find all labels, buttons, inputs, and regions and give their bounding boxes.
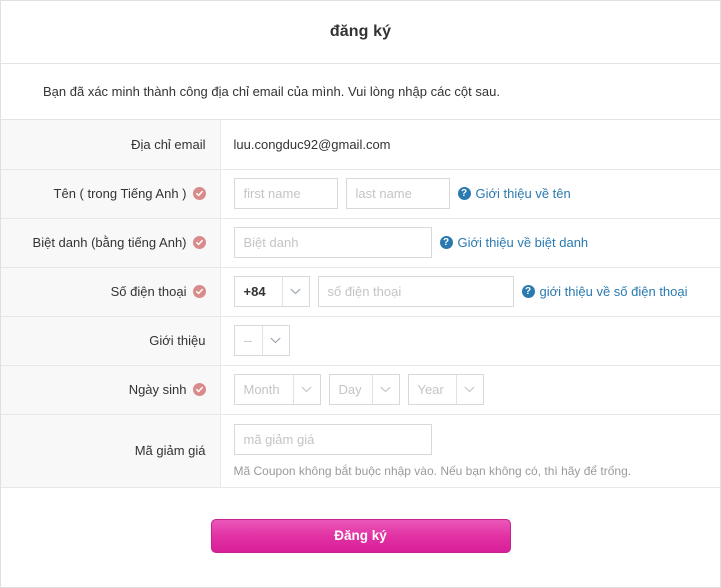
label-cell-email: Địa chỉ email [1,120,221,169]
check-circle-icon [192,236,206,249]
label-cell-name: Tên ( trong Tiếng Anh ) [1,169,221,218]
label-cell-coupon: Mã giảm giá [1,414,221,487]
birth-month-select[interactable]: Month [233,374,321,405]
label-phone: Số điện thoại [110,284,187,299]
question-circle-icon: ? [521,285,535,298]
phone-help-link[interactable]: ? giới thiệu về số điện thoại [521,284,688,299]
chevron-down-icon [281,277,309,306]
field-cell-referral: -- [220,316,720,365]
name-help-label: Giới thiệu về tên [475,186,571,201]
label-nickname: Biệt danh (bằng tiếng Anh) [32,235,187,250]
coupon-hint-text: Mã Coupon không bắt buộc nhập vào. Nếu b… [233,463,632,478]
chevron-down-icon [455,375,483,404]
field-cell-birthday: Month Day Year [220,365,720,414]
form-row-name: Tên ( trong Tiếng Anh ) ? Giới thiệu về … [1,169,720,218]
coupon-input[interactable] [233,423,432,455]
form-row-nickname: Biệt danh (bằng tiếng Anh) ? Giới thiệu … [1,218,720,267]
last-name-input[interactable] [345,178,450,209]
verification-notice: Bạn đã xác minh thành công địa chỉ email… [1,64,720,120]
phone-number-input[interactable] [317,276,514,307]
form-row-referral: Giới thiệu -- [1,316,720,365]
first-name-input[interactable] [233,178,338,209]
form-row-email: Địa chỉ email luu.congduc92@gmail.com [1,120,720,169]
label-coupon: Mã giảm giá [134,443,206,458]
phone-help-label: giới thiệu về số điện thoại [539,284,688,299]
referral-select[interactable]: -- [233,325,290,356]
label-cell-nickname: Biệt danh (bằng tiếng Anh) [1,218,221,267]
label-cell-birthday: Ngày sinh [1,365,221,414]
referral-value: -- [243,333,253,348]
birth-day-value: Day [338,382,362,397]
name-help-link[interactable]: ? Giới thiệu về tên [457,186,571,201]
field-cell-name: ? Giới thiệu về tên [220,169,720,218]
label-referral: Giới thiệu [149,333,206,348]
check-circle-icon [192,285,206,298]
question-circle-icon: ? [457,187,471,200]
country-code-value: +84 [243,284,266,299]
country-code-select[interactable]: +84 [233,276,310,307]
label-name: Tên ( trong Tiếng Anh ) [53,186,187,201]
label-cell-phone: Số điện thoại [1,267,221,316]
birth-year-value: Year [417,382,444,397]
field-cell-email: luu.congduc92@gmail.com [220,120,720,169]
form-row-birthday: Ngày sinh Month Day Year [1,365,720,414]
form-footer: Đăng ký [1,487,720,585]
page-title: đăng ký [329,23,392,40]
card-header: đăng ký [1,1,720,64]
check-circle-icon [192,383,206,396]
nickname-help-label: Giới thiệu về biệt danh [457,235,589,250]
submit-register-button[interactable]: Đăng ký [210,519,511,553]
field-cell-coupon: Mã Coupon không bắt buộc nhập vào. Nếu b… [220,414,720,487]
birth-day-select[interactable]: Day [328,374,400,405]
birth-month-value: Month [243,382,280,397]
form-row-coupon: Mã giảm giá Mã Coupon không bắt buộc nhậ… [1,414,720,487]
birth-year-select[interactable]: Year [407,374,484,405]
field-cell-phone: +84 ? giới thiệu về số điện thoại [220,267,720,316]
label-email: Địa chỉ email [131,136,206,152]
registration-page: đăng ký Bạn đã xác minh thành công địa c… [0,0,721,588]
nickname-input[interactable] [233,227,432,258]
field-cell-nickname: ? Giới thiệu về biệt danh [220,218,720,267]
email-value: luu.congduc92@gmail.com [233,136,391,152]
chevron-down-icon [261,326,289,355]
nickname-help-link[interactable]: ? Giới thiệu về biệt danh [439,235,589,250]
verification-notice-text: Bạn đã xác minh thành công địa chỉ email… [43,84,500,99]
registration-form: Địa chỉ email luu.congduc92@gmail.com Tê… [1,120,720,488]
question-circle-icon: ? [439,236,453,249]
chevron-down-icon [371,375,399,404]
label-cell-referral: Giới thiệu [1,316,221,365]
form-row-phone: Số điện thoại +84 số điện thoại ? giới t… [1,267,720,316]
chevron-down-icon [292,375,320,404]
check-circle-icon [192,187,206,200]
label-birthday: Ngày sinh [128,382,187,397]
